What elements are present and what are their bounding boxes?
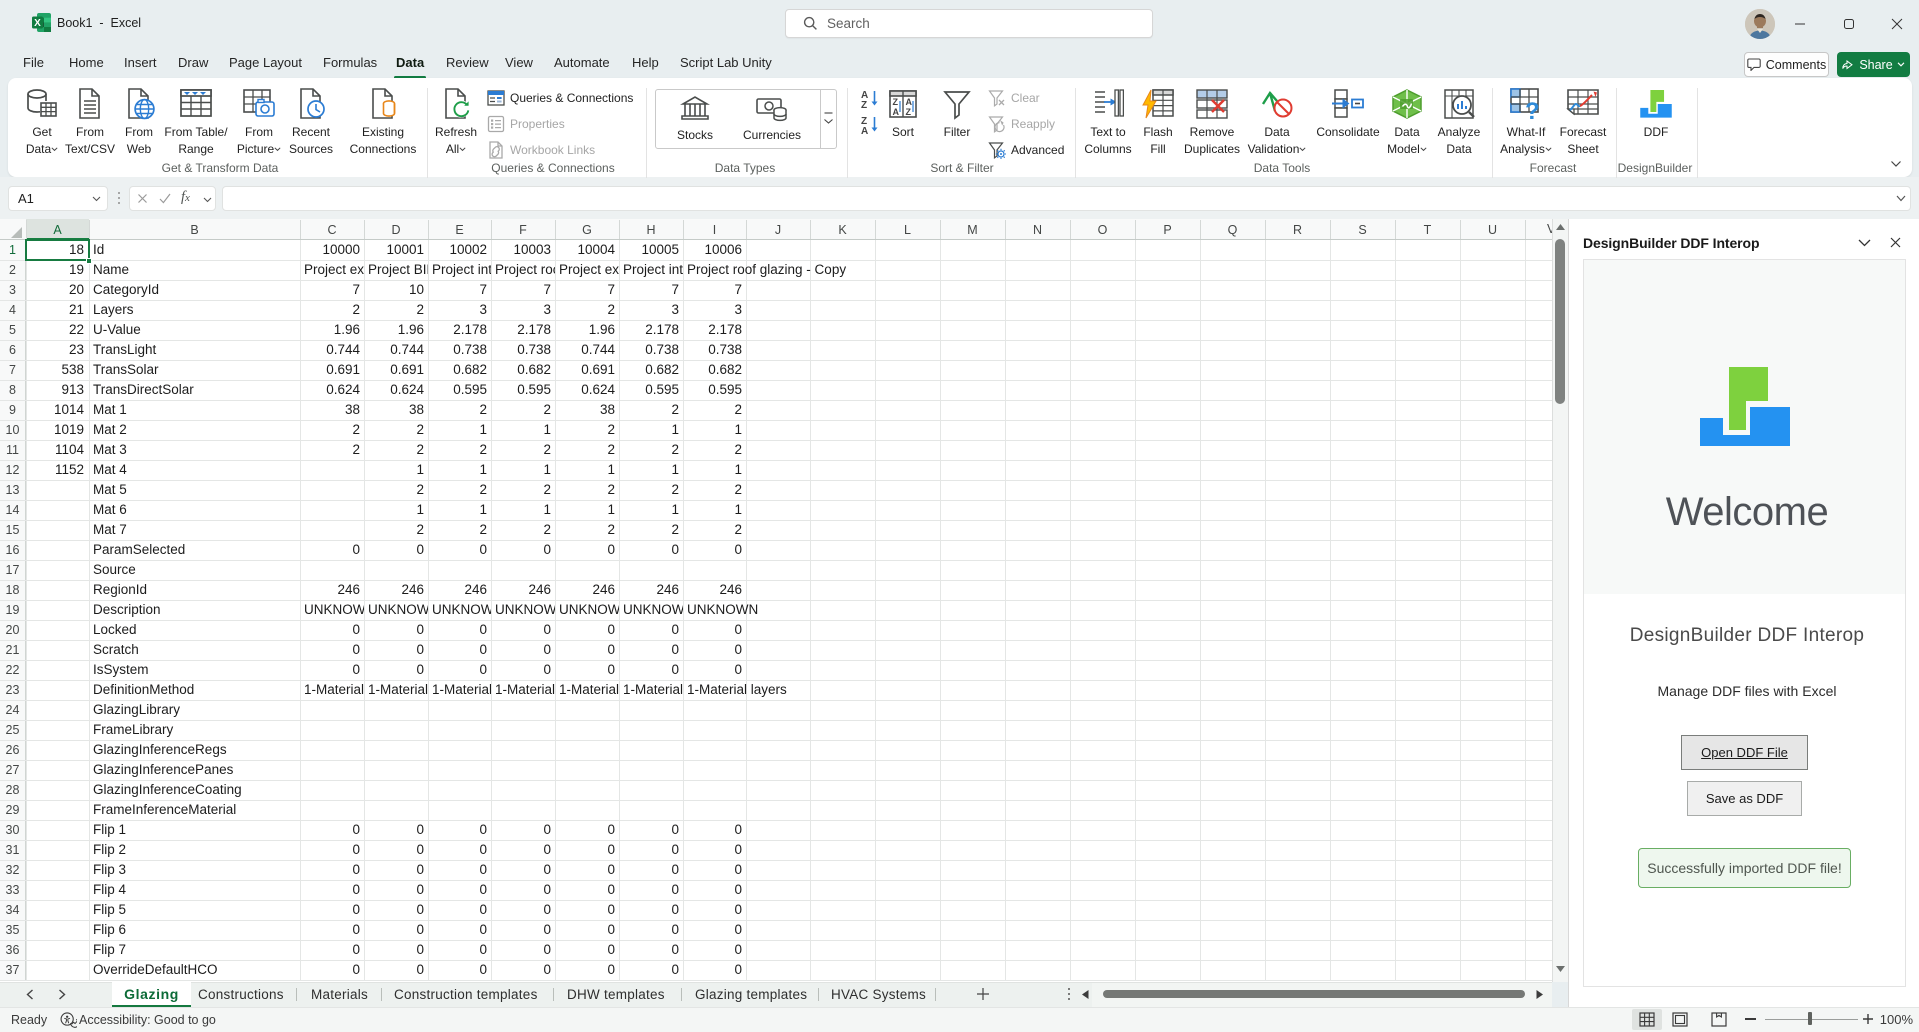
svg-text:A: A	[893, 107, 900, 117]
svg-text:X: X	[34, 18, 41, 29]
svg-text:Z: Z	[893, 97, 899, 107]
